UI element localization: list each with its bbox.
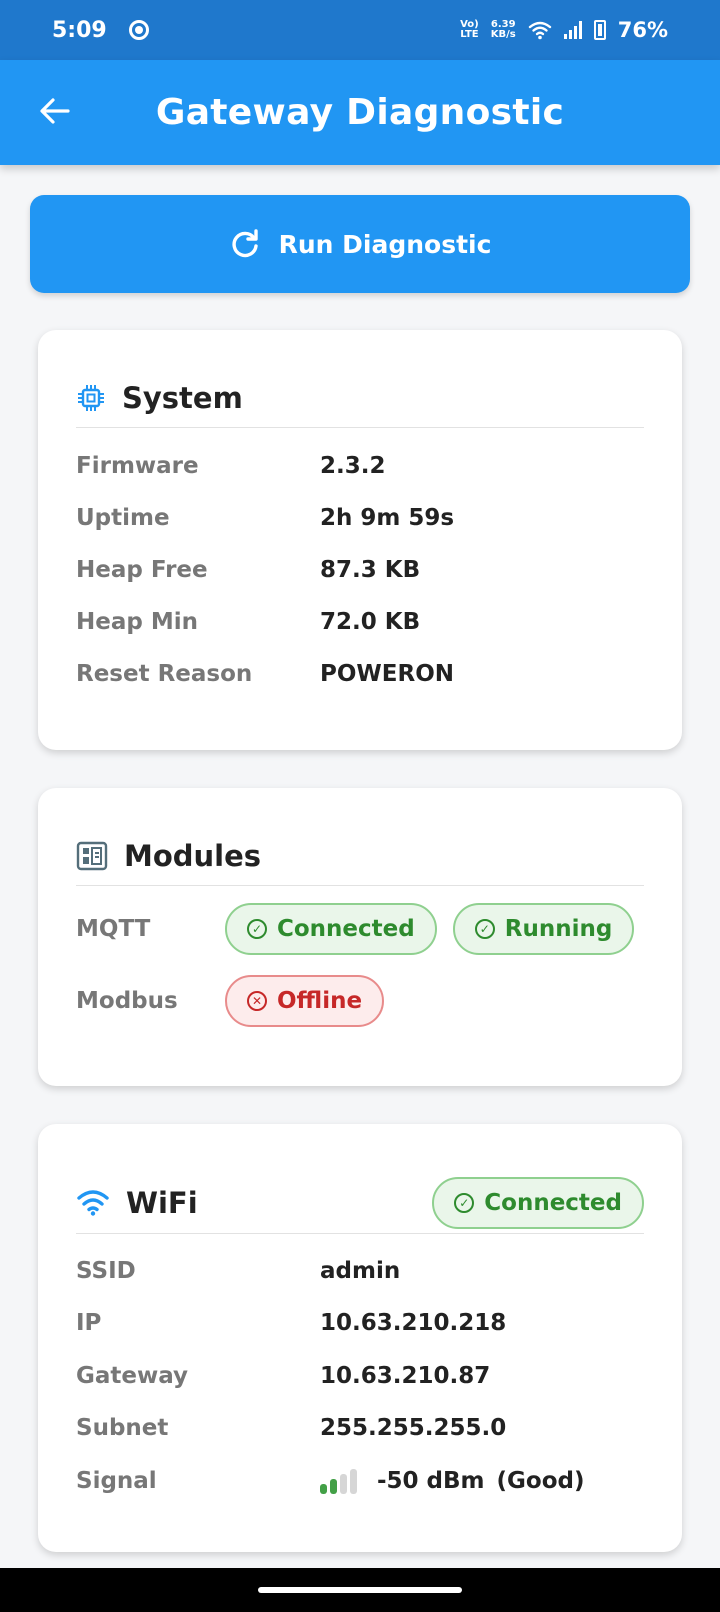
system-row-firmware: Firmware 2.3.2 (76, 446, 644, 486)
status-icons: Vo) LTE 6.39 KB/s 76% (460, 18, 668, 42)
wifi-row-label: IP (76, 1310, 102, 1336)
app-bar: Gateway Diagnostic (0, 60, 720, 165)
signal-quality: (Good) (496, 1468, 585, 1494)
wifi-connected-badge: ✓ Connected (432, 1177, 644, 1229)
wifi-row-label: Subnet (76, 1415, 169, 1441)
system-card-header: System (76, 368, 644, 428)
modules-card: Modules MQTT ✓ Connected ✓ Running Modbu… (38, 788, 682, 1086)
battery-icon (593, 20, 606, 40)
wifi-row-ip: IP 10.63.210.218 (76, 1303, 644, 1343)
signal-bar (320, 1484, 327, 1494)
system-row-label: Heap Free (76, 557, 208, 583)
check-circle-icon: ✓ (247, 919, 267, 939)
wifi-row-subnet: Subnet 255.255.255.0 (76, 1408, 644, 1448)
back-arrow-icon (40, 98, 70, 124)
status-bar: 5:09 Vo) LTE 6.39 KB/s 76% (0, 0, 720, 60)
system-card-title: System (122, 380, 243, 415)
notification-dot-icon (128, 20, 149, 40)
signal-bar (340, 1474, 347, 1494)
modules-card-title: Modules (124, 838, 262, 873)
wifi-row-value: 255.255.255.0 (320, 1415, 507, 1441)
wifi-row-ssid: SSID admin (76, 1251, 644, 1291)
page-title: Gateway Diagnostic (155, 92, 565, 133)
modbus-offline-badge: ✕ Offline (225, 975, 385, 1027)
system-row-heap-min: Heap Min 72.0 KB (76, 602, 644, 642)
mqtt-connected-text: Connected (277, 916, 415, 942)
system-row-value: 72.0 KB (320, 609, 421, 635)
wifi-row-label: Signal (76, 1468, 157, 1494)
cell-signal-icon (563, 21, 582, 39)
system-nav-bar (0, 1568, 720, 1612)
system-row-label: Reset Reason (76, 661, 253, 687)
wifi-connected-text: Connected (484, 1190, 622, 1216)
back-button[interactable] (36, 92, 74, 130)
wifi-row-value: 10.63.210.218 (320, 1310, 507, 1336)
module-row-modbus: Modbus ✕ Offline (76, 974, 644, 1028)
mqtt-connected-badge: ✓ Connected (225, 903, 437, 955)
mqtt-running-badge: ✓ Running (452, 903, 635, 955)
wifi-icon (77, 1190, 109, 1216)
refresh-icon (231, 229, 258, 258)
wifi-row-value: 10.63.210.87 (320, 1363, 491, 1389)
modules-card-header: Modules (76, 826, 644, 886)
run-diagnostic-button[interactable]: Run Diagnostic (30, 195, 690, 293)
mqtt-running-text: Running (504, 916, 613, 942)
check-circle-icon: ✓ (474, 919, 495, 939)
system-row-heap-free: Heap Free 87.3 KB (76, 550, 644, 590)
system-card: System Firmware 2.3.2 Uptime 2h 9m 59s H… (38, 330, 682, 750)
signal-dbm: -50 dBm (377, 1468, 485, 1494)
module-board-icon (76, 841, 108, 870)
system-row-label: Heap Min (76, 609, 198, 635)
system-row-reset-reason: Reset Reason POWERON (76, 654, 644, 694)
system-row-value: POWERON (320, 661, 455, 687)
system-row-label: Firmware (76, 453, 199, 479)
wifi-card-title: WiFi (126, 1186, 198, 1220)
volte-indicator: Vo) LTE (460, 20, 479, 40)
home-indicator[interactable] (258, 1587, 462, 1593)
system-row-value: 2.3.2 (320, 453, 386, 479)
network-speed: 6.39 KB/s (491, 20, 516, 40)
module-row-mqtt: MQTT ✓ Connected ✓ Running (76, 902, 644, 956)
system-row-label: Uptime (76, 505, 170, 531)
wifi-row-label: Gateway (76, 1363, 189, 1389)
signal-bar (350, 1469, 357, 1494)
modbus-offline-text: Offline (277, 988, 363, 1014)
wifi-status-icon (528, 21, 551, 40)
wifi-row-signal: Signal -50 dBm (Good) (76, 1461, 644, 1501)
signal-bar (330, 1479, 337, 1494)
wifi-row-value: admin (320, 1258, 401, 1284)
network-speed-unit: KB/s (490, 29, 516, 40)
module-label-mqtt: MQTT (76, 916, 151, 942)
module-label-modbus: Modbus (76, 988, 178, 1014)
error-circle-icon: ✕ (247, 991, 267, 1011)
signal-strength-icon (320, 1468, 357, 1494)
check-circle-icon: ✓ (454, 1193, 475, 1213)
system-row-value: 2h 9m 59s (320, 505, 455, 531)
status-time: 5:09 (52, 17, 107, 43)
wifi-row-label: SSID (76, 1258, 136, 1284)
wifi-card-header: WiFi ✓ Connected (76, 1124, 644, 1234)
system-row-value: 87.3 KB (320, 557, 421, 583)
wifi-card: WiFi ✓ Connected SSID admin IP 10.63.210… (38, 1124, 682, 1552)
cpu-chip-icon (78, 384, 104, 411)
run-diagnostic-label: Run Diagnostic (278, 229, 492, 259)
wifi-row-gateway: Gateway 10.63.210.87 (76, 1356, 644, 1396)
volte-bottom-text: LTE (460, 29, 479, 40)
battery-percent: 76% (617, 18, 668, 42)
system-row-uptime: Uptime 2h 9m 59s (76, 498, 644, 538)
